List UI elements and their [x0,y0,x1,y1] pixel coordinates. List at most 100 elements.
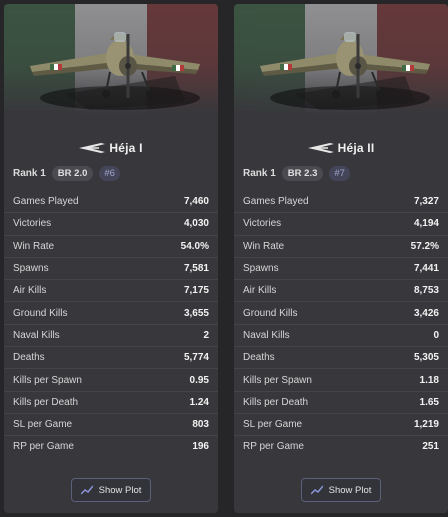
vehicle-hero [234,4,448,124]
stat-row-games-played: Games Played 7,327 [234,190,448,212]
stat-row-victories: Victories 4,030 [4,212,218,234]
vehicle-title: Héja I [4,138,218,158]
stat-row-air-kills: Air Kills 8,753 [234,279,448,301]
stat-row-deaths: Deaths 5,774 [4,346,218,368]
stat-label: Deaths [13,352,45,364]
stat-value: 3,655 [183,307,209,319]
stat-value: 7,441 [413,263,439,275]
stat-row-sl-per-game: SL per Game 803 [4,412,218,435]
stat-value: 7,175 [183,285,209,297]
line-chart-icon [310,485,323,495]
show-plot-button[interactable]: Show Plot [301,478,381,502]
stat-row-spawns: Spawns 7,441 [234,256,448,279]
stat-row-air-kills: Air Kills 7,175 [4,279,218,301]
rank-label: Rank 1 [13,167,46,179]
stat-label: Games Played [13,195,79,207]
fighter-plane-icon [307,143,334,153]
stat-value: 7,327 [413,195,439,207]
stat-row-rp-per-game: RP per Game 251 [234,435,448,457]
stat-label: Kills per Death [13,396,79,408]
stat-row-kills-per-death: Kills per Death 1.24 [4,390,218,413]
stat-row-ground-kills: Ground Kills 3,426 [234,301,448,323]
stat-label: SL per Game [243,419,303,431]
stat-label: RP per Game [243,441,304,453]
stat-value: 4,194 [413,218,439,230]
stat-value: 54.0% [180,240,209,252]
stat-label: Naval Kills [13,329,60,341]
vehicle-name: Héja I [109,141,143,155]
aircraft-image [30,32,200,110]
stat-value: 0 [433,329,439,341]
stat-row-deaths: Deaths 5,305 [234,346,448,368]
stat-value: 1.24 [189,396,209,408]
stat-value: 7,581 [183,263,209,275]
rank-number-badge: #7 [329,165,350,181]
vehicle-title: Héja II [234,138,448,158]
stat-row-kills-per-spawn: Kills per Spawn 0.95 [4,368,218,390]
show-plot-label: Show Plot [98,484,142,496]
stat-row-win-rate: Win Rate 54.0% [4,234,218,257]
stats-table: Games Played 7,327 Victories 4,194 Win Rat… [234,190,448,458]
stat-value: 803 [192,419,209,431]
stat-label: Deaths [243,352,275,364]
stat-value: 2 [203,329,209,341]
line-chart-icon [80,485,93,495]
vehicle-hero [4,4,218,124]
rank-number-badge: #6 [99,165,120,181]
stat-row-spawns: Spawns 7,581 [4,256,218,279]
stat-label: Naval Kills [243,329,290,341]
stat-label: Spawns [13,263,49,275]
stat-label: Victories [243,218,282,230]
show-plot-label: Show Plot [328,484,372,496]
battle-rating-badge: BR 2.0 [51,165,94,181]
stat-row-victories: Victories 4,194 [234,212,448,234]
stat-value: 8,753 [413,285,439,297]
stat-row-sl-per-game: SL per Game 1,219 [234,412,448,435]
stat-label: Kills per Spawn [13,374,82,386]
vehicle-name: Héja II [337,141,375,155]
stat-label: SL per Game [13,419,73,431]
stat-value: 3,426 [413,307,439,319]
vehicle-card-heja-ii: Héja II Rank 1 BR 2.3 #7 Games Played 7,3… [234,4,448,513]
stat-label: RP per Game [13,441,74,453]
vehicle-meta: Rank 1 BR 2.3 #7 [234,164,448,182]
stat-value: 57.2% [410,240,439,252]
stat-value: 1.65 [419,396,439,408]
stat-row-kills-per-death: Kills per Death 1.65 [234,390,448,413]
fighter-plane-icon [79,143,106,153]
stat-row-naval-kills: Naval Kills 2 [4,323,218,346]
stat-label: Ground Kills [13,307,68,319]
stat-label: Kills per Death [243,396,309,408]
stat-label: Kills per Spawn [243,374,312,386]
stat-value: 251 [422,441,439,453]
stat-value: 1,219 [413,419,439,431]
stat-row-rp-per-game: RP per Game 196 [4,435,218,457]
aircraft-image [260,32,430,110]
rank-label: Rank 1 [243,167,276,179]
stat-label: Air Kills [243,285,277,297]
stat-row-games-played: Games Played 7,460 [4,190,218,212]
stat-label: Games Played [243,195,309,207]
stat-value: 196 [192,441,209,453]
vehicle-comparison: Héja I Rank 1 BR 2.0 #6 Games Played 7,46… [0,0,448,517]
stat-value: 5,305 [413,352,439,364]
show-plot-button[interactable]: Show Plot [71,478,151,502]
stat-row-win-rate: Win Rate 57.2% [234,234,448,257]
stat-value: 4,030 [183,218,209,230]
stat-value: 7,460 [183,195,209,207]
stat-value: 5,774 [183,352,209,364]
stat-row-naval-kills: Naval Kills 0 [234,323,448,346]
stat-label: Spawns [243,263,279,275]
vehicle-meta: Rank 1 BR 2.0 #6 [4,164,218,182]
stat-value: 1.18 [419,374,439,386]
stat-row-kills-per-spawn: Kills per Spawn 1.18 [234,368,448,390]
stats-table: Games Played 7,460 Victories 4,030 Win Rat… [4,190,218,458]
stat-label: Ground Kills [243,307,298,319]
stat-label: Victories [13,218,52,230]
vehicle-card-heja-i: Héja I Rank 1 BR 2.0 #6 Games Played 7,46… [4,4,218,513]
stat-label: Win Rate [243,240,285,252]
stat-label: Air Kills [13,285,47,297]
stat-row-ground-kills: Ground Kills 3,655 [4,301,218,323]
stat-value: 0.95 [189,374,209,386]
battle-rating-badge: BR 2.3 [281,165,324,181]
